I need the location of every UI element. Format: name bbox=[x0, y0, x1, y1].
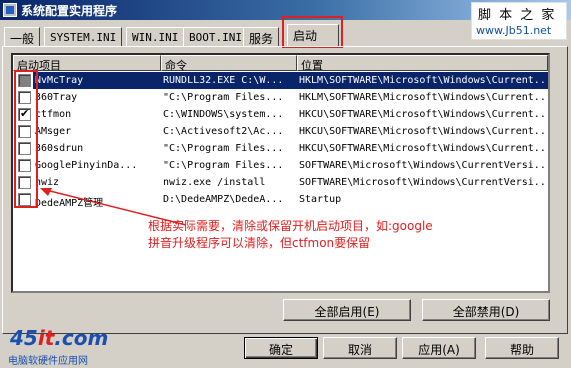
tab-general[interactable]: 一般 bbox=[4, 27, 41, 47]
apply-button[interactable]: 应用(A) bbox=[402, 337, 476, 359]
annotation-line-1: 根据实际需要，清除或保留开机启动项目，如:google bbox=[148, 219, 433, 233]
cell-command: "C:\Program Files... bbox=[163, 160, 284, 171]
cell-command: RUNDLL32.EXE C:\W... bbox=[163, 75, 284, 86]
tab-services[interactable]: 服务 bbox=[243, 27, 280, 47]
cell-location: Startup bbox=[299, 194, 342, 205]
startup-list[interactable]: 启动项目 命令 位置 NvMcTray RUNDLL32.EXE C:\W...… bbox=[11, 53, 550, 293]
disable-all-button[interactable]: 全部禁用(D) bbox=[422, 299, 550, 321]
column-header-location[interactable]: 位置 bbox=[297, 55, 548, 72]
annotation-text: 根据实际需要，清除或保留开机启动项目，如:google 拼音升级程序可以清除，但… bbox=[148, 218, 528, 252]
cell-item: GooglePinyinDa... bbox=[35, 160, 138, 171]
help-button[interactable]: 帮助 bbox=[485, 337, 559, 359]
cell-item: AMsger bbox=[35, 126, 72, 137]
app-icon bbox=[3, 3, 17, 17]
cell-location: HKCU\SOFTWARE\Microsoft\Windows\Current.… bbox=[299, 143, 547, 154]
checkbox-highlight-box bbox=[14, 70, 38, 208]
cell-command: C:\Activesoft2\Ac... bbox=[163, 126, 284, 137]
cancel-button[interactable]: 取消 bbox=[323, 337, 397, 359]
table-row[interactable]: GooglePinyinDa... "C:\Program Files... S… bbox=[13, 157, 548, 174]
list-header: 启动项目 命令 位置 bbox=[13, 55, 548, 72]
tab-system-ini[interactable]: SYSTEM.INI bbox=[44, 27, 123, 47]
cell-location: HKLM\SOFTWARE\Microsoft\Windows\Current.… bbox=[299, 75, 547, 86]
watermark-45it: 45it.com 电脑软硬件应用网 bbox=[2, 326, 108, 367]
table-row[interactable]: 360Tray "C:\Program Files... HKLM\SOFTWA… bbox=[13, 89, 548, 106]
table-row[interactable]: AMsger C:\Activesoft2\Ac... HKCU\SOFTWAR… bbox=[13, 123, 548, 140]
cell-item: ctfmon bbox=[35, 109, 72, 120]
tab-boot-ini[interactable]: BOOT.INI bbox=[183, 27, 248, 47]
cell-location: HKCU\SOFTWARE\Microsoft\Windows\Current.… bbox=[299, 126, 547, 137]
cell-command: "C:\Program Files... bbox=[163, 92, 284, 103]
cell-command: "C:\Program Files... bbox=[163, 143, 284, 154]
watermark-logo: 45it.com bbox=[10, 326, 109, 350]
watermark-jb51: 脚 本 之 家 www.Jb51.net bbox=[471, 2, 567, 40]
column-header-command[interactable]: 命令 bbox=[161, 55, 297, 72]
cell-item: 360sdrun bbox=[35, 143, 84, 154]
watermark-title: 脚 本 之 家 bbox=[478, 8, 557, 23]
cell-location: HKCU\SOFTWARE\Microsoft\Windows\Current.… bbox=[299, 109, 547, 120]
cell-location: SOFTWARE\Microsoft\Windows\CurrentVersi.… bbox=[299, 177, 547, 188]
tab-highlight-box bbox=[282, 16, 343, 48]
cell-location: HKLM\SOFTWARE\Microsoft\Windows\Current.… bbox=[299, 92, 547, 103]
ok-button[interactable]: 确定 bbox=[244, 337, 318, 359]
watermark-subtitle: 电脑软硬件应用网 bbox=[8, 356, 88, 367]
cell-location: SOFTWARE\Microsoft\Windows\CurrentVersi.… bbox=[299, 160, 547, 171]
table-row[interactable]: ctfmon C:\WINDOWS\system... HKCU\SOFTWAR… bbox=[13, 106, 548, 123]
cell-command: C:\WINDOWS\system... bbox=[163, 109, 284, 120]
cell-item: NvMcTray bbox=[35, 75, 84, 86]
cell-item: 360Tray bbox=[35, 92, 78, 103]
enable-all-button[interactable]: 全部启用(E) bbox=[283, 299, 411, 321]
annotation-line-2: 拼音升级程序可以清除，但ctfmon要保留 bbox=[148, 236, 371, 250]
column-header-item[interactable]: 启动项目 bbox=[13, 55, 161, 72]
table-row[interactable]: 360sdrun "C:\Program Files... HKCU\SOFTW… bbox=[13, 140, 548, 157]
window-title: 系统配置实用程序 bbox=[21, 4, 118, 18]
tab-win-ini[interactable]: WIN.INI bbox=[126, 27, 185, 47]
watermark-url: www.Jb51.net bbox=[476, 24, 552, 37]
table-row[interactable]: NvMcTray RUNDLL32.EXE C:\W... HKLM\SOFTW… bbox=[13, 72, 548, 89]
